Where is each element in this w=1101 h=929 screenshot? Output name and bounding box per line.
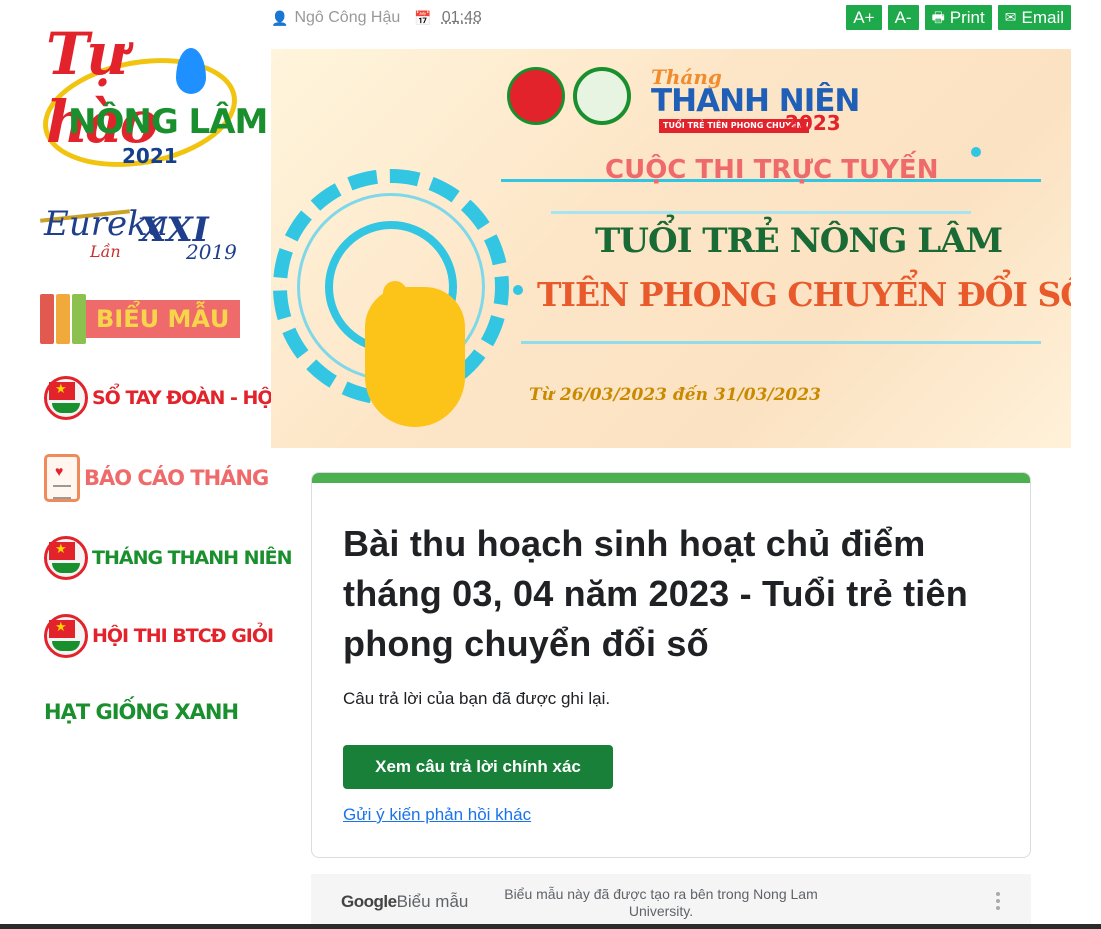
article-meta: 👤 Ngô Công Hậu 📅 01:48	[271, 6, 482, 30]
email-label: Email	[1021, 8, 1064, 27]
doan-badge-icon	[44, 376, 88, 420]
form-title: Bài thu hoạch sinh hoạt chủ điểm tháng 0…	[343, 523, 968, 664]
google-forms-logo[interactable]: GoogleBiểu mẫu	[341, 892, 468, 912]
font-decrease-label: A-	[894, 8, 912, 27]
circuit-line	[551, 211, 971, 214]
clipboard-icon	[44, 454, 80, 502]
circuit-dot	[971, 147, 981, 157]
form-confirmation-card: Bài thu hoạch sinh hoạt chủ điểm tháng 0…	[311, 472, 1031, 858]
banner-title-line2: TIÊN PHONG CHUYỂN ĐỔI SỐ	[537, 275, 1071, 314]
user-icon: 👤	[271, 9, 289, 26]
view-score-button[interactable]: Xem câu trả lời chính xác	[343, 745, 613, 789]
doan-badge-icon	[44, 536, 88, 580]
banner-kicker: CUỘC THI TRỰC TUYẾN	[605, 155, 939, 185]
hoi-thi-label: HỘI THI BTCĐ GIỎI	[92, 625, 274, 647]
logo-tuhao-title: NÔNG LÂM	[68, 102, 268, 142]
doan-badge-icon	[44, 614, 88, 658]
forms-product: Biểu mẫu	[396, 892, 469, 911]
calendar-icon: 📅	[414, 9, 432, 26]
form-accent-bar	[312, 473, 1030, 483]
email-button[interactable]: ✉ Email	[997, 5, 1071, 30]
forms-footer: GoogleBiểu mẫu Biểu mẫu này đã được tạo …	[311, 874, 1031, 929]
printer-icon: 🖶	[931, 9, 945, 25]
hand-palm	[365, 287, 465, 427]
submit-another-response-link[interactable]: Gửi ý kiến phản hồi khác	[343, 805, 531, 825]
logo-eureka-lan: Lần	[90, 242, 121, 261]
google-brand: Google	[341, 892, 397, 911]
eureka-logo[interactable]: Eureka Lần XXI 2019	[36, 194, 240, 266]
bao-cao-label: BÁO CÁO THÁNG	[84, 466, 269, 490]
hoi-thi-btcd-link[interactable]: HỘI THI BTCĐ GIỎI	[44, 608, 274, 664]
university-seal-icon	[573, 67, 631, 125]
font-decrease-button[interactable]: A-	[887, 5, 919, 30]
article-tools: A+ A- 🖶 Print ✉ Email	[846, 5, 1071, 30]
hat-giong-xanh-link[interactable]: HẠT GIỐNG XANH	[44, 684, 248, 740]
hat-giong-label: HẠT GIỐNG XANH	[44, 700, 239, 724]
organization-badges	[507, 67, 631, 125]
bao-cao-thang-link[interactable]: BÁO CÁO THÁNG	[44, 450, 269, 506]
banner-title-line1: TUỔI TRẺ NÔNG LÂM	[595, 221, 1003, 261]
so-tay-label: SỔ TAY ĐOÀN - HỘI	[92, 387, 280, 409]
bieu-mau-link[interactable]: BIỂU MẪU	[36, 294, 240, 344]
circuit-line	[521, 341, 1041, 344]
window-bottom-edge	[0, 924, 1101, 929]
post-time: 01:48	[441, 9, 482, 26]
envelope-icon: ✉	[1004, 9, 1017, 25]
circuit-dot	[513, 285, 523, 295]
confirmation-message: Câu trả lời của bạn đã được ghi lại.	[343, 689, 611, 708]
binders-icon	[40, 294, 86, 344]
more-vertical-icon[interactable]	[993, 892, 1003, 910]
contest-banner: Tháng THANH NIÊN TUỔI TRẺ TIÊN PHONG CHU…	[271, 49, 1071, 448]
logo-tuhao-year: 2021	[122, 144, 178, 168]
thang-thanh-nien-link[interactable]: THÁNG THANH NIÊN	[44, 530, 293, 586]
logo-eureka-year: 2019	[186, 240, 237, 264]
footer-note: Biểu mẫu này đã được tạo ra bên trong No…	[504, 886, 818, 919]
tu-hao-nong-lam-logo[interactable]: Tự hào NÔNG LÂM 2021	[34, 20, 268, 182]
thang-year: 2023	[785, 111, 841, 135]
print-label: Print	[949, 8, 985, 27]
font-increase-button[interactable]: A+	[846, 5, 882, 30]
print-button[interactable]: 🖶 Print	[924, 5, 992, 30]
thang-thanh-nien-label: THÁNG THANH NIÊN	[92, 547, 293, 569]
bieu-mau-label: BIỂU MẪU	[96, 305, 230, 333]
so-tay-doan-hoi-link[interactable]: SỔ TAY ĐOÀN - HỘI	[44, 370, 280, 426]
font-increase-label: A+	[853, 8, 875, 27]
author-name: Ngô Công Hậu	[294, 9, 401, 26]
doan-badge-icon	[507, 67, 565, 125]
banner-dates: Từ 26/03/2023 đến 31/03/2023	[529, 385, 821, 405]
